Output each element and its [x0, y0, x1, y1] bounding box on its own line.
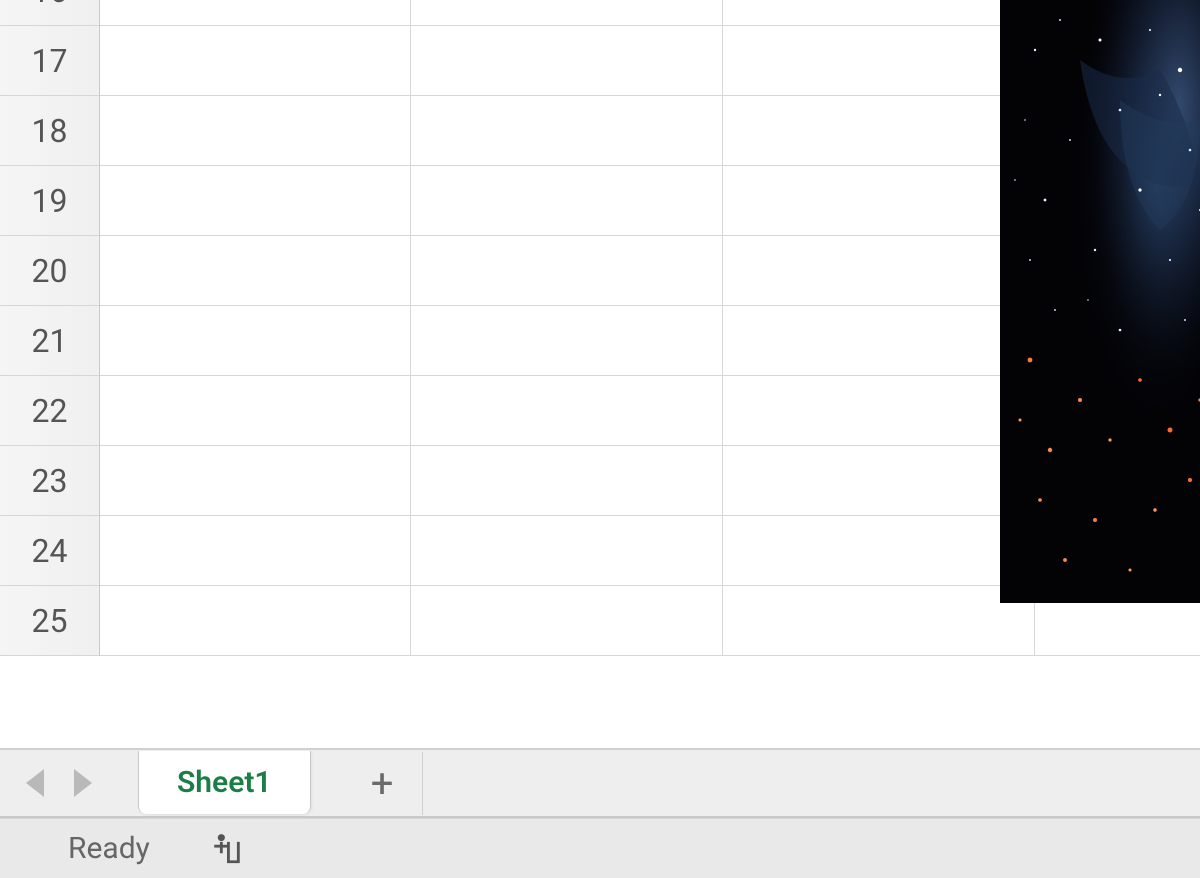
cell[interactable]: [411, 26, 723, 96]
cell[interactable]: [723, 166, 1035, 236]
cell[interactable]: [100, 586, 411, 656]
cell[interactable]: [100, 516, 411, 586]
cell[interactable]: [723, 0, 1035, 26]
cell[interactable]: [100, 166, 411, 236]
cell[interactable]: [411, 96, 723, 166]
cell[interactable]: [100, 376, 411, 446]
plus-icon: +: [371, 760, 394, 807]
cell[interactable]: [100, 96, 411, 166]
row-header[interactable]: 25: [0, 586, 100, 656]
sheet-tab-label: Sheet1: [177, 765, 272, 800]
status-text: Ready: [68, 831, 150, 866]
embedded-image[interactable]: [1000, 0, 1200, 603]
cell[interactable]: [411, 586, 723, 656]
cell[interactable]: [411, 306, 723, 376]
sheet-tabs-bar: Sheet1 +: [0, 748, 1200, 818]
row-header[interactable]: 19: [0, 166, 100, 236]
cell[interactable]: [100, 0, 411, 26]
cell[interactable]: [100, 26, 411, 96]
cell[interactable]: [411, 236, 723, 306]
row-header[interactable]: 21: [0, 306, 100, 376]
row-header[interactable]: 23: [0, 446, 100, 516]
add-sheet-button[interactable]: +: [343, 752, 423, 815]
cell[interactable]: [411, 0, 723, 26]
cell[interactable]: [723, 306, 1035, 376]
cell[interactable]: [100, 446, 411, 516]
cell[interactable]: [723, 376, 1035, 446]
cell[interactable]: [411, 446, 723, 516]
cell[interactable]: [411, 166, 723, 236]
cell[interactable]: [723, 586, 1035, 656]
cell[interactable]: [723, 446, 1035, 516]
cell[interactable]: [723, 516, 1035, 586]
prev-sheet-button[interactable]: [26, 769, 44, 797]
sheet-tab-active[interactable]: Sheet1: [138, 751, 311, 814]
cell[interactable]: [100, 306, 411, 376]
cell[interactable]: [723, 236, 1035, 306]
row-header[interactable]: 24: [0, 516, 100, 586]
row-header[interactable]: 18: [0, 96, 100, 166]
row-header[interactable]: 20: [0, 236, 100, 306]
cell[interactable]: [411, 516, 723, 586]
row-header[interactable]: 16: [0, 0, 100, 26]
cell[interactable]: [723, 96, 1035, 166]
cell[interactable]: [100, 236, 411, 306]
next-sheet-button[interactable]: [74, 769, 92, 797]
status-bar: Ready: [0, 818, 1200, 878]
row-header[interactable]: 22: [0, 376, 100, 446]
accessibility-icon[interactable]: [210, 832, 244, 866]
cell[interactable]: [411, 376, 723, 446]
row-header[interactable]: 17: [0, 26, 100, 96]
spreadsheet-grid[interactable]: 16 17 18 19 20 21 22 23 24 25: [0, 0, 1200, 748]
cell[interactable]: [723, 26, 1035, 96]
